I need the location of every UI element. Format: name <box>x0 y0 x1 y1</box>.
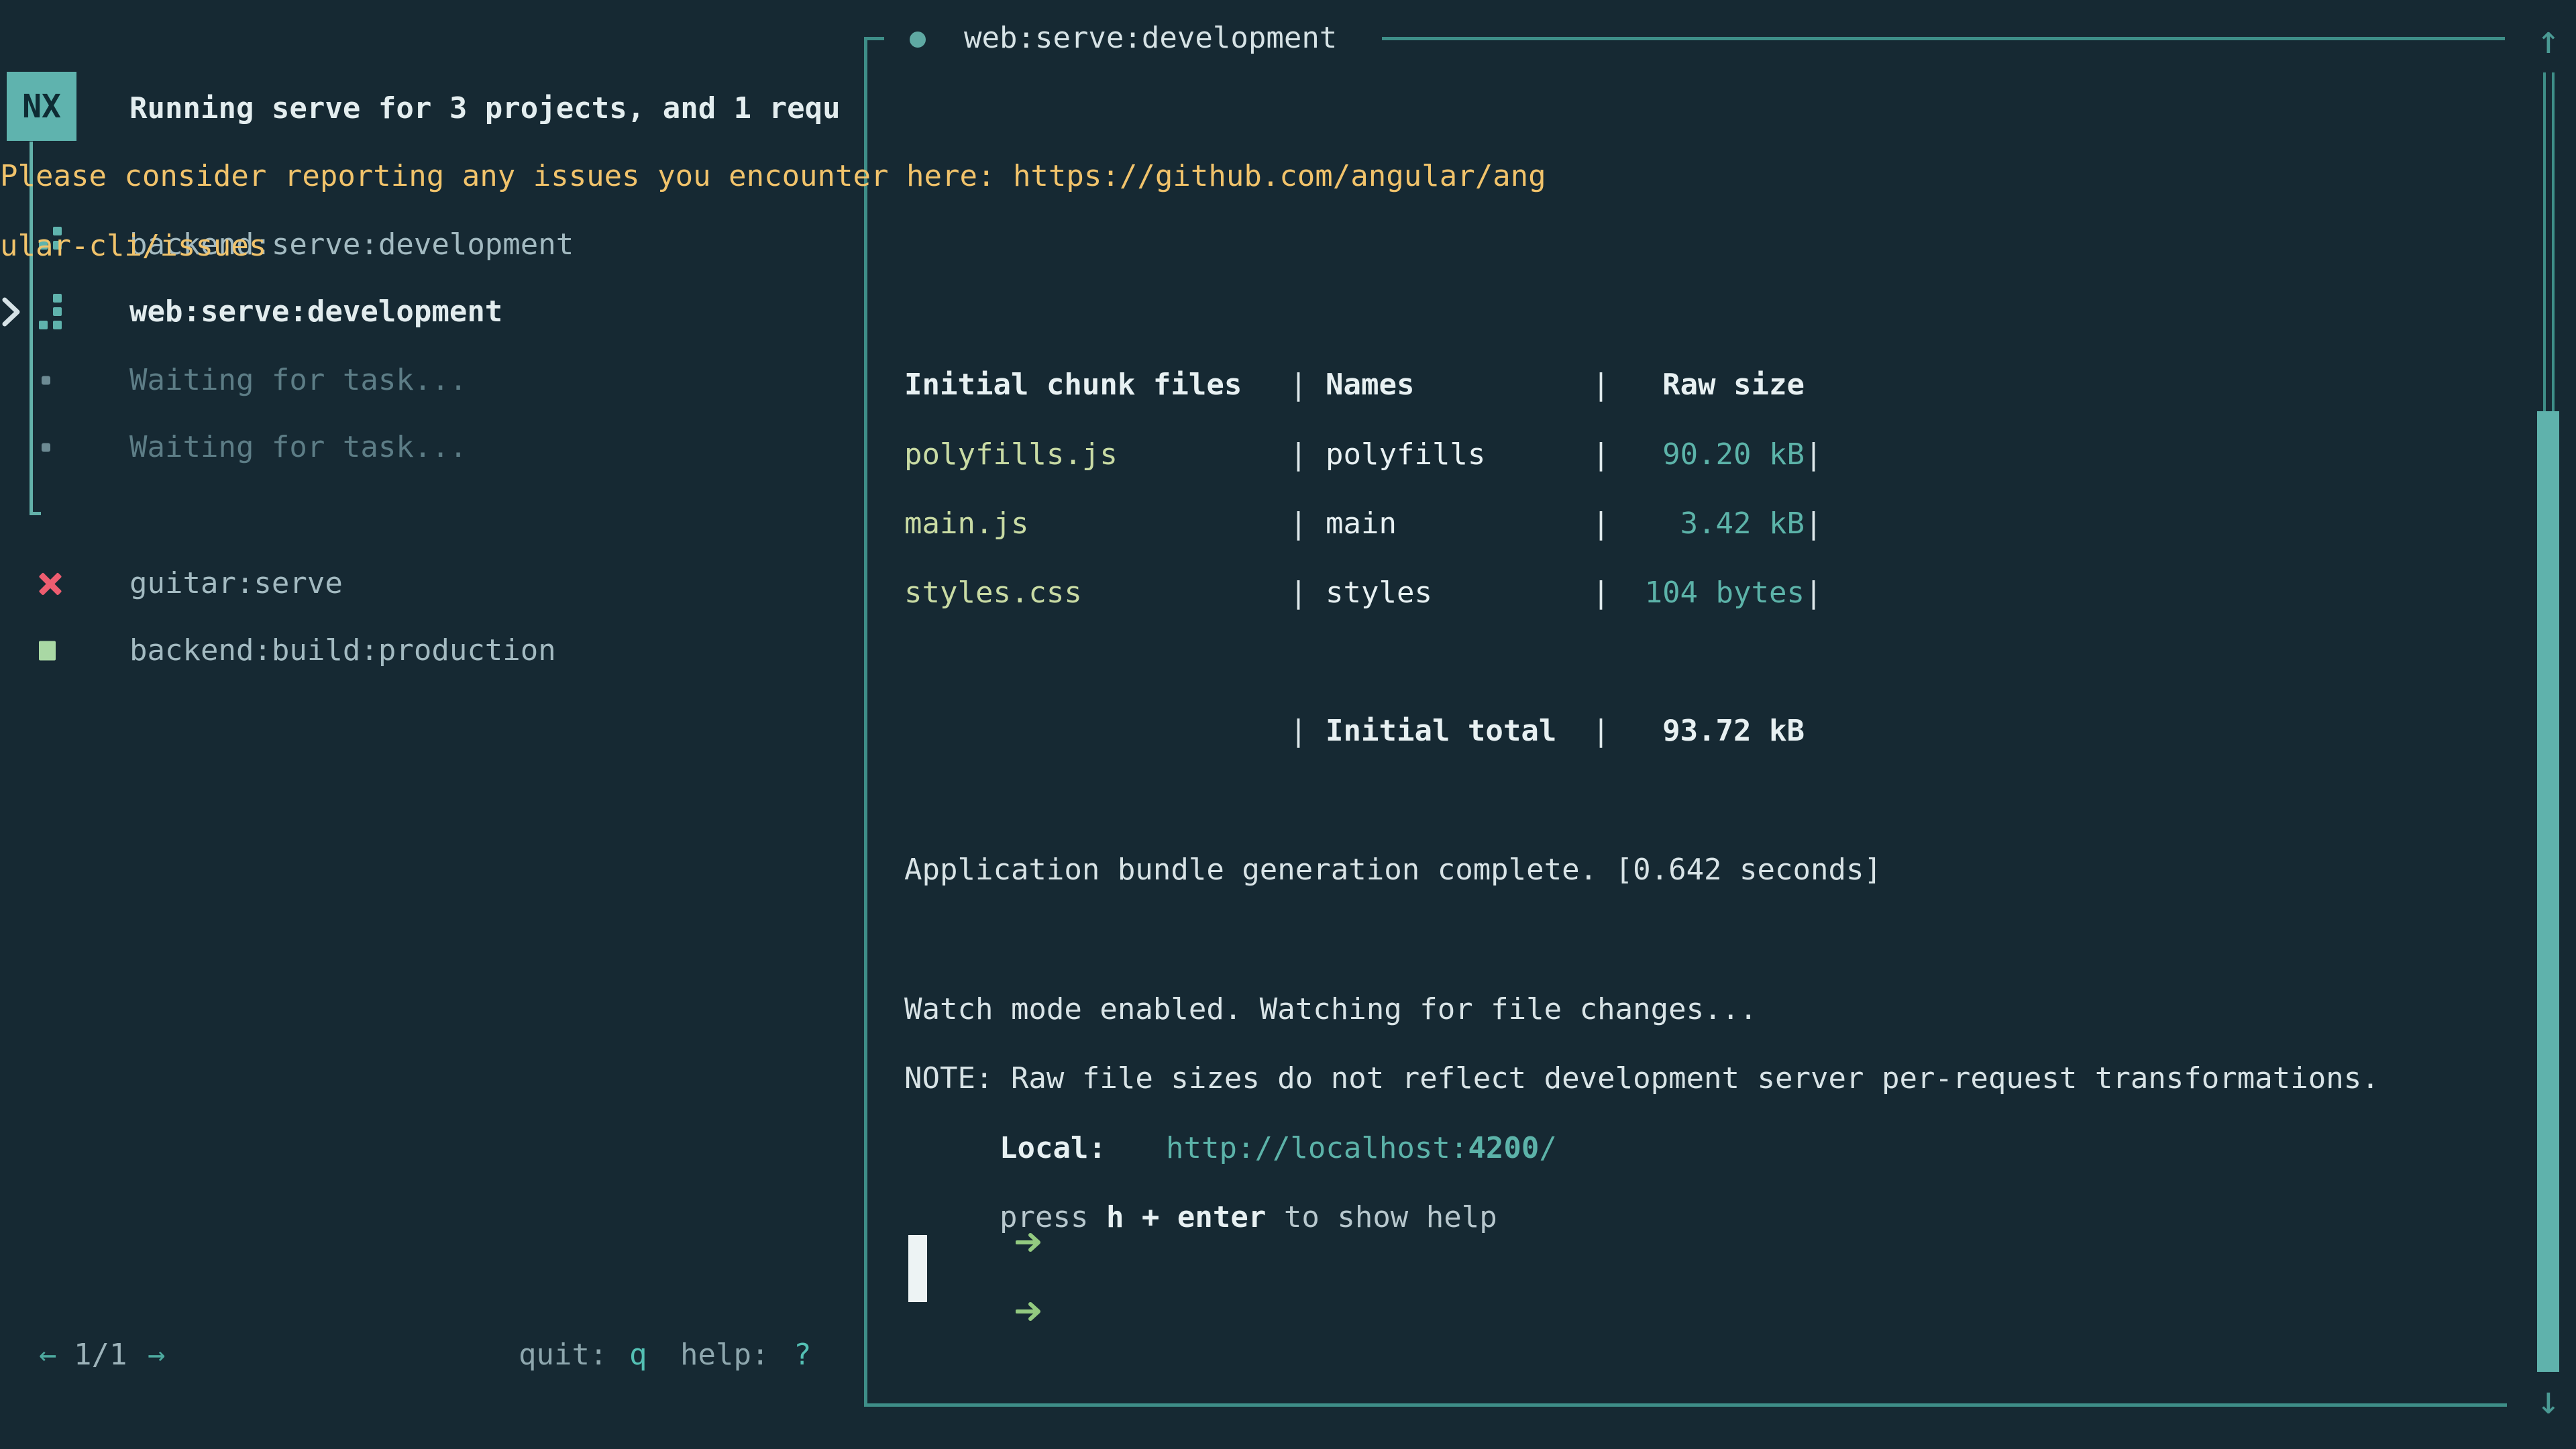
panel-border-top <box>1382 37 2505 40</box>
panel-border-bottom <box>864 1403 2507 1407</box>
table-separator: | <box>1289 420 1307 490</box>
prompt-arrow-icon <box>945 1138 973 1159</box>
sidebar-item-waiting-2[interactable]: Waiting for task... <box>0 413 865 482</box>
prev-page-arrow[interactable]: ← <box>39 1320 57 1390</box>
local-server-line: Local: http://localhost:4200/ <box>904 1114 940 1183</box>
chunk-table-header: Initial chunk files | Names | Raw size <box>904 350 1821 420</box>
nx-terminal-ui: { "app": { "logo": "NX", "header": "Runn… <box>0 0 2576 1449</box>
prompt-arrow-icon <box>945 1208 973 1228</box>
sidebar-item-backend-build[interactable]: backend:build:production <box>0 616 865 686</box>
panel-title: web:serve:development <box>964 3 1337 73</box>
help-hint-text: press h + enter to show help <box>1000 1183 1497 1252</box>
spinner-icon <box>39 294 62 330</box>
table-separator: | <box>1805 558 1823 628</box>
task-label: Waiting for task... <box>129 345 467 415</box>
quit-hint-label: quit: <box>519 1320 607 1390</box>
table-separator: | <box>1592 350 1610 420</box>
table-row: main.js | main | 3.42 kB | <box>904 489 1823 559</box>
scrollbar-thumb[interactable] <box>2537 411 2559 1372</box>
task-label: backend:build:production <box>129 616 556 686</box>
table-separator: | <box>1805 489 1823 559</box>
watch-mode-message: Watch mode enabled. Watching for file ch… <box>904 975 1758 1044</box>
help-hint-key: ? <box>794 1320 812 1390</box>
chunk-size: 104 bytes <box>1610 558 1805 628</box>
sidebar-item-guitar-serve[interactable]: guitar:serve <box>0 549 865 619</box>
table-separator: | <box>1592 696 1610 766</box>
url-suffix: / <box>1539 1131 1557 1165</box>
sidebar-item-waiting-1[interactable]: Waiting for task... <box>0 345 865 415</box>
url-port: 4200 <box>1468 1131 1539 1165</box>
col-header-names: Names <box>1307 350 1592 420</box>
sidebar-item-web-serve[interactable]: web:serve:development <box>0 277 865 347</box>
panel-border-top-left <box>864 37 884 40</box>
empty-cell <box>904 696 1289 766</box>
table-separator: | <box>1592 489 1610 559</box>
running-bullet-icon <box>910 32 926 48</box>
terminal-cursor <box>908 1235 927 1302</box>
nx-logo: NX <box>7 72 76 141</box>
waiting-dot-icon <box>42 443 50 452</box>
selected-chevron-icon <box>1 297 21 327</box>
local-label: Local: <box>1000 1114 1106 1183</box>
chunk-name: styles <box>1307 558 1592 628</box>
task-tree-corner <box>30 512 41 515</box>
chunk-name: main <box>1307 489 1592 559</box>
table-separator: | <box>1592 420 1610 490</box>
bundle-complete-message: Application bundle generation complete. … <box>904 835 1882 905</box>
table-separator: | <box>1289 489 1307 559</box>
table-row: polyfills.js | polyfills | 90.20 kB | <box>904 420 1823 490</box>
table-separator: | <box>1805 420 1823 490</box>
help-prefix: press <box>1000 1200 1106 1234</box>
col-header-files: Initial chunk files <box>904 350 1289 420</box>
scroll-down-arrow[interactable]: ↓ <box>2526 1370 2571 1430</box>
page-title: Running serve for 3 projects, and 1 requ <box>129 74 862 144</box>
col-header-raw-size: Raw size <box>1610 350 1821 420</box>
chunk-name: polyfills <box>1307 420 1592 490</box>
table-row: styles.css | styles | 104 bytes | <box>904 558 1823 628</box>
raw-size-note: NOTE: Raw file sizes do not reflect deve… <box>904 1044 2379 1114</box>
chunk-file: main.js <box>904 489 1289 559</box>
help-hint-label: help: <box>680 1320 769 1390</box>
success-square-icon <box>39 641 56 661</box>
url-prefix: http://localhost: <box>1166 1131 1468 1165</box>
table-separator: | <box>1289 350 1307 420</box>
table-separator: | <box>1592 558 1610 628</box>
chunk-file: styles.css <box>904 558 1289 628</box>
local-url-link[interactable]: http://localhost:4200/ <box>1166 1114 1557 1183</box>
failed-x-icon <box>38 571 63 596</box>
chunk-file: polyfills.js <box>904 420 1289 490</box>
bottom-bar: ← 1/1 → quit: q help: ? <box>0 1320 865 1390</box>
help-suffix: to show help <box>1266 1200 1497 1234</box>
task-label-selected: web:serve:development <box>129 277 502 347</box>
quit-hint-key: q <box>629 1320 647 1390</box>
table-total-row: | Initial total | 93.72 kB <box>904 696 1805 766</box>
chunk-size: 90.20 kB <box>1610 420 1805 490</box>
next-page-arrow[interactable]: → <box>148 1320 166 1390</box>
total-size: 93.72 kB <box>1610 696 1805 766</box>
total-label: Initial total <box>1307 696 1592 766</box>
help-keys: h + enter <box>1106 1200 1266 1234</box>
angular-issues-notice: Please consider reporting any issues you… <box>0 142 1553 281</box>
chunk-size: 3.42 kB <box>1610 489 1805 559</box>
page-indicator: 1/1 <box>74 1320 127 1390</box>
waiting-dot-icon <box>42 376 50 385</box>
table-separator: | <box>1289 696 1307 766</box>
task-label: guitar:serve <box>129 549 343 619</box>
task-label: Waiting for task... <box>129 413 467 482</box>
table-separator: | <box>1289 558 1307 628</box>
scroll-up-arrow[interactable]: ↑ <box>2526 9 2571 70</box>
